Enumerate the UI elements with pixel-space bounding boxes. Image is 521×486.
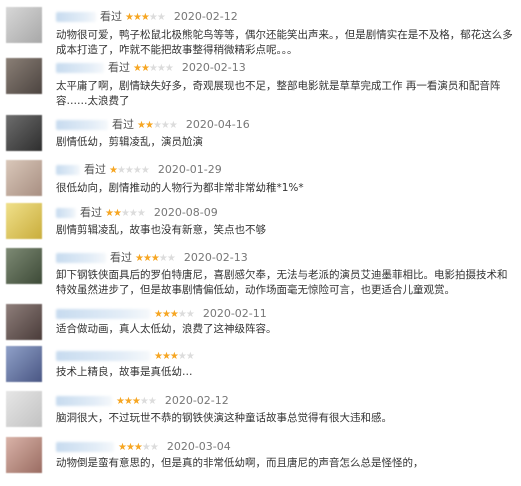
review-meta: 看过 ★★★★★ 2020-04-16 [56,117,250,133]
review-date: 2020-08-09 [153,206,218,219]
review-date: 2020-02-13 [181,61,246,74]
review-text: 剧情低幼，剪辑凌乱，演员尬演 [56,136,203,148]
username[interactable] [56,351,150,361]
star-rating: ★★★★★ [154,351,195,362]
star-rating: ★★★★★ [109,165,150,176]
review-date: 2020-02-11 [202,307,267,320]
avatar[interactable] [6,346,42,382]
username[interactable] [56,208,76,218]
review-text: 适合做动画，真人太低幼，浪费了这神级阵容。 [56,323,277,335]
review-text: 动物很可爱，鸭子松鼠北极熊鸵鸟等等，偶尔还能笑出声来。，但是剧情实在是不及格，郁… [56,29,513,56]
review-text: 卸下钢铁侠面具后的罗伯特唐尼，喜剧感欠奉，无法与老派的演员艾迪墨菲相比。电影拍摄… [56,269,508,296]
star-rating: ★★★★★ [137,120,178,131]
star-rating: ★★★★★ [116,396,157,407]
avatar[interactable] [6,7,42,43]
seen-label: 看过 [84,163,106,176]
review-list: 看过 ★★★★★ 2020-02-12 动物很可爱，鸭子松鼠北极熊鸵鸟等等，偶尔还能… [0,0,521,486]
review-date: 2020-02-12 [164,394,229,407]
seen-label: 看过 [110,251,132,264]
avatar[interactable] [6,160,42,196]
seen-label: 看过 [112,118,134,131]
star-rating: ★★★★★ [105,208,146,219]
username[interactable] [56,396,112,406]
star-rating: ★★★★★ [135,253,176,264]
review-meta: 看过 ★★★★★ 2020-02-13 [56,60,246,76]
username[interactable] [56,12,96,22]
review-text: 技术上精良，故事是真低幼… [56,366,193,378]
review-date: 2020-01-29 [157,163,222,176]
avatar[interactable] [6,203,42,239]
star-rating: ★★★★★ [118,442,159,453]
review-date: 2020-04-16 [185,118,250,131]
review-meta: ★★★★★ 2020-03-04 [56,439,231,455]
username[interactable] [56,253,106,263]
review-meta: 看过 ★★★★★ 2020-08-09 [56,205,218,221]
avatar[interactable] [6,248,42,284]
star-rating: ★★★★★ [125,12,166,23]
review-text: 太平庸了啊，剧情缺失好多，奇观展现也不足，整部电影就是草草完成工作 再一看演员和… [56,80,501,107]
review-date: 2020-03-04 [166,440,231,453]
review-text: 很低幼向，剧情推动的人物行为都非常非常幼稚*1%* [56,182,304,194]
avatar[interactable] [6,391,42,427]
username[interactable] [56,63,104,73]
star-rating: ★★★★★ [133,63,174,74]
review-meta: 看过 ★★★★★ 2020-01-29 [56,162,222,178]
seen-label: 看过 [80,206,102,219]
seen-label: 看过 [100,10,122,23]
seen-label: 看过 [108,61,130,74]
review-meta: ★★★★★ [56,348,203,364]
review-text: 剧情剪辑凌乱，故事也没有新意，笑点也不够 [56,224,266,236]
username[interactable] [56,309,150,319]
review-text: 脑洞很大，不过玩世不恭的钢铁侠演这种童话故事总觉得有很大违和感。 [56,412,392,424]
star-rating: ★★★★★ [154,309,195,320]
avatar[interactable] [6,58,42,94]
review-meta: ★★★★★ 2020-02-12 [56,393,229,409]
avatar[interactable] [6,115,42,151]
avatar[interactable] [6,437,42,473]
review-date: 2020-02-13 [183,251,248,264]
username[interactable] [56,165,80,175]
review-meta: 看过 ★★★★★ 2020-02-12 [56,9,238,25]
username[interactable] [56,442,114,452]
username[interactable] [56,120,108,130]
avatar[interactable] [6,304,42,340]
review-text: 动物倒是蛮有意思的，但是真的非常低幼啊，而且唐尼的声音怎么总是怪怪的， [56,457,424,469]
review-date: 2020-02-12 [173,10,238,23]
review-meta: 看过 ★★★★★ 2020-02-13 [56,250,248,266]
review-meta: ★★★★★ 2020-02-11 [56,306,267,322]
